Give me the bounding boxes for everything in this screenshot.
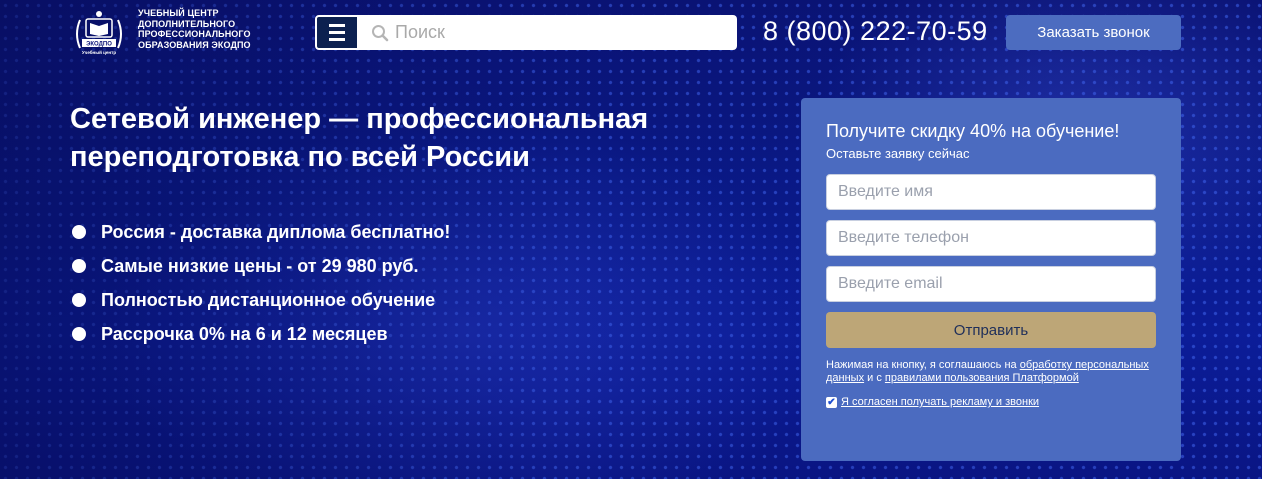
search-icon: [372, 24, 389, 41]
search-bar: [315, 15, 737, 50]
logo-text: Учебный центр дополнительного профессион…: [138, 8, 268, 50]
benefit-text: Полностью дистанционное обучение: [101, 289, 436, 310]
logo-emblem-caption: Учебный центр: [82, 49, 116, 55]
logo-line: образования ЭКОДПО: [138, 39, 251, 50]
logo-line: дополнительного: [138, 18, 236, 29]
terms-link[interactable]: правилами пользования Платформой: [885, 372, 1079, 384]
benefit-text: Рассрочка 0% на 6 и 12 месяцев: [101, 323, 388, 344]
phone-input[interactable]: [838, 229, 1138, 247]
checkbox-checked-icon[interactable]: ✔: [826, 396, 837, 408]
name-field[interactable]: [826, 174, 1156, 210]
bullet-icon: [72, 327, 86, 341]
phone-field[interactable]: [826, 220, 1156, 256]
consent-text: Нажимая на кнопку, я соглашаюсь на обраб…: [826, 359, 1156, 385]
phone-number[interactable]: 8 (800) 222-70-59: [763, 16, 988, 47]
submit-button[interactable]: Отправить: [826, 312, 1156, 348]
logo[interactable]: ЭКОДПО Учебный центр Учебный центр допол…: [70, 8, 268, 60]
logo-emblem-icon: ЭКОДПО Учебный центр: [70, 8, 128, 60]
bullet-icon: [72, 259, 86, 273]
lead-form: Получите скидку 40% на обучение! Оставьт…: [801, 98, 1181, 461]
name-input[interactable]: [838, 183, 1138, 201]
page-title: Сетевой инженер — профессиональная переп…: [70, 103, 649, 173]
benefit-text: Самые низкие цены - от 29 980 руб.: [101, 255, 419, 276]
email-field[interactable]: [826, 266, 1156, 302]
ads-consent-row[interactable]: ✔ Я согласен получать рекламу и звонки: [826, 396, 1156, 408]
menu-button[interactable]: [315, 15, 359, 50]
callback-button[interactable]: Заказать звонок: [1006, 15, 1181, 50]
bullet-icon: [72, 293, 86, 307]
benefit-item: Полностью дистанционное обучение: [72, 283, 450, 317]
logo-emblem-text: ЭКОДПО: [86, 42, 112, 48]
menu-icon: [329, 22, 345, 43]
consent-middle: и с: [864, 372, 885, 384]
bullet-icon: [72, 225, 86, 239]
search-field[interactable]: [359, 15, 737, 50]
benefit-text: Россия - доставка диплома бесплатно!: [101, 221, 451, 242]
search-input[interactable]: [395, 22, 715, 43]
benefit-item: Россия - доставка диплома бесплатно!: [72, 215, 450, 249]
benefit-item: Рассрочка 0% на 6 и 12 месяцев: [72, 317, 450, 351]
logo-line: Учебный центр: [138, 8, 219, 18]
email-input[interactable]: [838, 275, 1138, 293]
benefits-list: Россия - доставка диплома бесплатно! Сам…: [72, 215, 450, 351]
form-title: Получите скидку 40% на обучение!: [826, 121, 1120, 141]
form-subtitle: Оставьте заявку сейчас: [826, 146, 970, 161]
benefit-item: Самые низкие цены - от 29 980 руб.: [72, 249, 450, 283]
consent-prefix: Нажимая на кнопку, я соглашаюсь на: [826, 359, 1020, 371]
ads-consent-label[interactable]: Я согласен получать рекламу и звонки: [841, 396, 1039, 408]
logo-line: профессионального: [138, 29, 251, 39]
